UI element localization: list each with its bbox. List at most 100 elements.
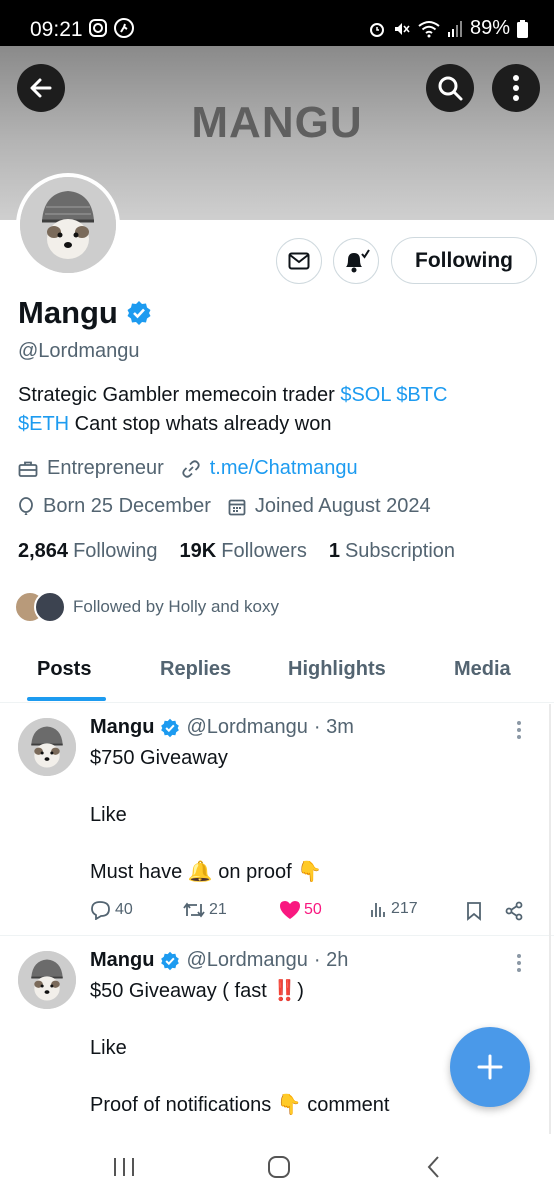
tab-posts[interactable]: Posts [37,658,91,681]
status-bar: 09:21 89% [0,0,554,46]
cashtag-eth[interactable]: $ETH [18,413,69,435]
followers-label: Followers [221,540,307,562]
avatar[interactable] [18,718,76,776]
post-line: Like [90,1037,127,1059]
cashtag-btc[interactable]: $BTC [396,384,447,406]
avatar [20,177,116,273]
verified-badge-icon [127,301,151,325]
more-options-button[interactable] [492,64,540,112]
like-button[interactable]: 50 [279,900,322,920]
back-nav-button[interactable] [414,1151,454,1183]
chevron-left-icon [427,1156,439,1178]
notifications-button[interactable] [333,238,379,284]
post-text: $750 Giveaway Like Must have 🔔 on proof … [90,744,322,887]
post-author-name[interactable]: Mangu [90,716,154,739]
home-icon [268,1156,290,1178]
balloon-icon [19,496,33,515]
post-line: $50 Giveaway ( fast ‼️) [90,980,304,1002]
mail-icon [288,252,310,270]
instagram-icon [89,19,107,37]
tab-media[interactable]: Media [454,658,511,681]
post-item[interactable]: Mangu @Lordmangu · 3m $750 Giveaway Like… [0,704,554,936]
wifi-icon [418,20,440,37]
reply-button[interactable]: 40 [90,900,133,920]
like-count: 50 [304,901,322,918]
views-button[interactable]: 217 [370,900,418,918]
running-icon [114,18,134,38]
following-button[interactable]: Following [391,237,537,284]
repost-button[interactable]: 21 [182,900,227,920]
bio-text: Strategic Gambler memecoin trader [18,384,341,406]
search-icon [438,76,463,101]
dog-with-hat-image [20,177,116,273]
alarm-icon [369,22,384,37]
repost-count: 21 [209,901,227,918]
post-time: · 2h [313,949,349,971]
follower-avatar-koxy [34,591,66,623]
link-icon [182,459,200,478]
verified-badge-icon [161,951,180,970]
battery-percent: 89% [469,17,510,39]
compose-post-button[interactable] [450,1027,530,1107]
profile-name: Mangu [18,295,118,330]
recent-apps-button[interactable] [104,1151,144,1183]
comment-icon [91,901,110,920]
subscription-count: 1 [328,540,340,562]
system-nav-bar [0,1137,554,1200]
followers-stat[interactable]: 19K Followers [180,540,307,563]
repost-icon [183,902,205,918]
profile-birthday: Born 25 December [43,495,211,517]
profile-link[interactable]: t.me/Chatmangu [210,457,358,480]
profile-tabs: Posts Replies Highlights Media [0,645,554,703]
profile-meta-row: Born 25 December Joined August 2024 [18,495,448,518]
active-tab-indicator [27,697,106,701]
post-header: Mangu @Lordmangu · 2h [90,949,348,972]
post-author-handle[interactable]: @Lordmangu [186,716,307,739]
profile-name-row: Mangu [18,295,152,331]
following-count: 2,864 [18,540,69,562]
profile-meta-row: Entrepreneur t.me/Chatmangu [18,457,375,480]
followed-by[interactable]: Followed by Holly and koxy [14,591,279,623]
recent-apps-icon [114,1158,134,1176]
status-time: 09:21 [30,18,83,41]
profile-avatar[interactable] [16,173,120,277]
post-text: $50 Giveaway ( fast ‼️) Like Proof of no… [90,977,389,1120]
post-line: Must have 🔔 on proof 👇 [90,861,323,883]
message-button[interactable] [276,238,322,284]
post-author-handle[interactable]: @Lordmangu [186,949,307,972]
search-button[interactable] [426,64,474,112]
share-icon[interactable] [504,901,524,921]
battery-icon [517,19,528,38]
heart-filled-icon [280,901,300,919]
bookmark-icon[interactable] [466,901,482,921]
arrow-left-icon [30,78,52,98]
post-author-name[interactable]: Mangu [90,949,154,972]
briefcase-icon [18,461,38,477]
more-vertical-icon[interactable] [516,953,522,973]
avatar[interactable] [18,951,76,1009]
following-stat[interactable]: 2,864 Following [18,540,158,563]
post-actions: 40 21 50 217 [90,900,530,924]
signal-icon [447,20,462,37]
post-header: Mangu @Lordmangu · 3m [90,716,354,739]
profile-category: Entrepreneur [47,457,164,479]
cashtag-sol[interactable]: $SOL [340,384,390,406]
subscription-stat[interactable]: 1 Subscription [329,540,455,563]
profile-bio: Strategic Gambler memecoin trader $SOL $… [18,381,528,439]
profile-handle: @Lordmangu [18,340,140,362]
tab-replies[interactable]: Replies [160,658,231,681]
home-button[interactable] [259,1151,299,1183]
view-count: 217 [391,900,418,917]
scrollbar[interactable] [549,704,551,1134]
more-vertical-icon [513,75,519,101]
post-line: Like [90,804,127,826]
more-vertical-icon[interactable] [516,720,522,740]
post-time: · 3m [313,716,354,738]
back-button[interactable] [17,64,65,112]
following-label: Following [73,540,158,562]
reply-count: 40 [115,901,133,918]
banner-title: MANGU [191,98,363,147]
views-chart-icon [371,903,385,917]
tab-highlights[interactable]: Highlights [288,658,386,681]
post-line: Proof of notifications 👇 comment [90,1094,390,1116]
